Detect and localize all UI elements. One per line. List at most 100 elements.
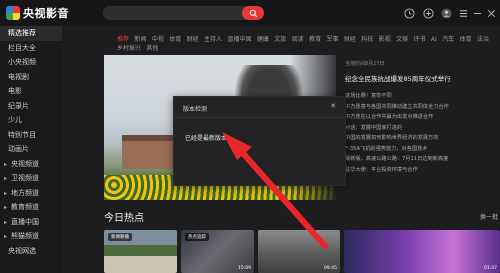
news-item[interactable]: 驻华大使：平台投资环境与合作	[345, 165, 495, 176]
nav-category[interactable]: 影视	[379, 36, 391, 43]
nav-category[interactable]: 财经	[187, 36, 199, 43]
sidebar-group-panda[interactable]: ▸ 熊猫频道	[0, 229, 62, 244]
version-check-dialog: 版本检测 ✕ 已经是最新版本	[173, 96, 346, 186]
nav-category[interactable]: 汽车	[442, 36, 454, 43]
sidebar-item-label: 电视剧	[8, 72, 29, 81]
minimize-icon[interactable]	[472, 8, 483, 19]
nav-category[interactable]: 体育	[460, 36, 472, 43]
nav-category[interactable]: 乡村振兴	[117, 45, 141, 52]
news-item[interactable]: 中方愿在以合作共赢为出发点推进合作	[345, 112, 495, 123]
thumbnail-duration: 09:45	[324, 266, 337, 271]
video-thumbnail[interactable]: 01:47	[344, 230, 500, 273]
nav-category[interactable]: 文娱	[396, 36, 408, 43]
news-item[interactable]: 最新版，高速公路公路：7月11日达到新高度	[345, 154, 495, 165]
nav-category[interactable]: 推荐	[117, 36, 129, 43]
nav-category[interactable]: 健康	[257, 36, 269, 43]
sidebar-group-local[interactable]: ▸ 地方频道	[0, 186, 62, 201]
close-icon[interactable]	[486, 8, 497, 19]
search-icon	[249, 9, 257, 17]
nav-category[interactable]: 新闻	[134, 36, 146, 43]
history-icon[interactable]	[404, 8, 415, 19]
top-bar: 央视影音	[0, 0, 500, 26]
news-caption: 当地时间8月27日	[345, 61, 385, 67]
nav-category[interactable]: 直播中国	[227, 36, 251, 43]
menu-icon[interactable]	[458, 8, 469, 19]
nav-category[interactable]: 文旅	[274, 36, 286, 43]
sidebar-item-label: 教育频道	[11, 203, 39, 211]
sidebar-item-label: 央视网选	[8, 246, 36, 255]
sidebar-item-cctv-select[interactable]: 央视网选	[0, 244, 62, 259]
dialog-message: 已经是最新版本	[185, 135, 228, 142]
sidebar-item-label: 动画片	[8, 145, 29, 153]
hot-thumbnails: 新闻联播 热点追踪 15:09 09:45 01:47	[104, 230, 500, 273]
nav-category[interactable]: 评书	[414, 36, 426, 43]
sidebar-item-label: 纪录片	[8, 101, 29, 110]
sidebar-item-animation[interactable]: 动画片	[0, 142, 62, 157]
close-icon[interactable]: ✕	[330, 102, 336, 110]
sidebar-item-tv-series[interactable]: 电视剧	[0, 70, 62, 85]
dialog-divider	[174, 117, 345, 118]
search-button[interactable]	[242, 6, 264, 20]
sidebar-item-label: 卫视频道	[11, 174, 39, 182]
sidebar-group-live-china[interactable]: ▸ 直播中国	[0, 215, 62, 230]
logo-mark	[6, 6, 20, 20]
sidebar-item-documentary[interactable]: 纪录片	[0, 99, 62, 114]
chevron-right-icon: ▸	[4, 218, 8, 226]
thumbnail-duration: 01:47	[484, 266, 497, 271]
dialog-title: 版本检测	[183, 106, 208, 113]
news-item[interactable]: F-35A飞机的强势能力，对各国技术	[345, 144, 495, 155]
video-thumbnail[interactable]: 新闻联播	[104, 230, 177, 273]
nav-category[interactable]: 阅读	[292, 36, 304, 43]
category-nav: 推荐 新闻 中视 体育 财经 主持人 直播中国 健康 文旅 阅读 教育 军事 财经 科技 影视 文娱 评书 AI 汽…	[117, 35, 497, 53]
sidebar-item-columns[interactable]: 栏目大全	[0, 41, 62, 56]
sidebar-item-label: 精选推荐	[8, 29, 36, 37]
sidebar-item-label: 央视频道	[11, 159, 39, 168]
nav-category[interactable]: 体育	[169, 36, 181, 43]
nav-category[interactable]: 军事	[326, 36, 338, 43]
nav-category[interactable]: 法治	[477, 36, 489, 43]
sidebar-item-specials[interactable]: 特别节目	[0, 128, 62, 143]
sidebar-item-short-video[interactable]: 小央视频	[0, 55, 62, 70]
news-item[interactable]: 对话：发展中国家打进的	[345, 123, 495, 134]
news-item[interactable]: 这场比赛！意你不同	[345, 91, 495, 102]
sidebar-item-label: 电影	[8, 87, 22, 95]
news-item[interactable]: 中国的发展如何影响世界经济的发展方向	[345, 133, 495, 144]
sidebar-item-movies[interactable]: 电影	[0, 84, 62, 99]
sidebar-item-label: 特别节目	[8, 130, 36, 139]
app-name: 央视影音	[23, 7, 69, 20]
sidebar-item-label: 小央视频	[8, 58, 36, 66]
section-title: 今日热点	[104, 213, 144, 224]
nav-category[interactable]: 中视	[152, 36, 164, 43]
chevron-right-icon: ▸	[4, 160, 8, 168]
nav-category[interactable]: 主持人	[204, 36, 222, 43]
sidebar-item-kids[interactable]: 少儿	[0, 113, 62, 128]
refresh-button[interactable]: 换一批	[480, 212, 498, 221]
nav-category[interactable]: AI	[431, 36, 437, 43]
user-icon[interactable]	[441, 8, 452, 19]
sidebar-item-label: 熊猫频道	[11, 232, 39, 240]
add-icon[interactable]	[423, 8, 434, 19]
sidebar-item-label: 直播中国	[11, 217, 39, 226]
nav-category[interactable]: 教育	[309, 36, 321, 43]
video-thumbnail[interactable]: 热点追踪 15:09	[181, 230, 254, 273]
sidebar-item-label: 栏目大全	[8, 43, 36, 52]
nav-category[interactable]: 科技	[361, 36, 373, 43]
sidebar-item-label: 地方频道	[11, 188, 39, 197]
nav-category[interactable]: 财经	[344, 36, 356, 43]
search-input[interactable]	[103, 6, 263, 20]
nav-category[interactable]: 其他	[146, 45, 158, 52]
chevron-right-icon: ▸	[4, 189, 8, 197]
thumbnail-duration: 15:09	[238, 266, 251, 271]
news-panel: 当地时间8月27日 纪念全民族抗战爆发85周年仪式举行 这场比赛！意你不同 中方…	[345, 58, 495, 175]
chevron-right-icon: ▸	[4, 233, 8, 240]
news-item[interactable]: 中方愿意与各国共同推动建立共同体全力合作	[345, 102, 495, 113]
chevron-right-icon: ▸	[4, 175, 8, 182]
news-headline[interactable]: 纪念全民族抗战爆发85周年仪式举行	[345, 73, 495, 83]
sidebar-group-satellite[interactable]: ▸ 卫视频道	[0, 171, 62, 186]
app-logo[interactable]: 央视影音	[6, 5, 69, 21]
thumbnail-badge: 热点追踪	[185, 233, 209, 241]
sidebar-group-education[interactable]: ▸ 教育频道	[0, 200, 62, 215]
sidebar-group-cctv[interactable]: ▸ 央视频道	[0, 157, 62, 172]
sidebar-item-featured[interactable]: 精选推荐	[0, 26, 62, 41]
video-thumbnail[interactable]: 09:45	[258, 230, 340, 273]
